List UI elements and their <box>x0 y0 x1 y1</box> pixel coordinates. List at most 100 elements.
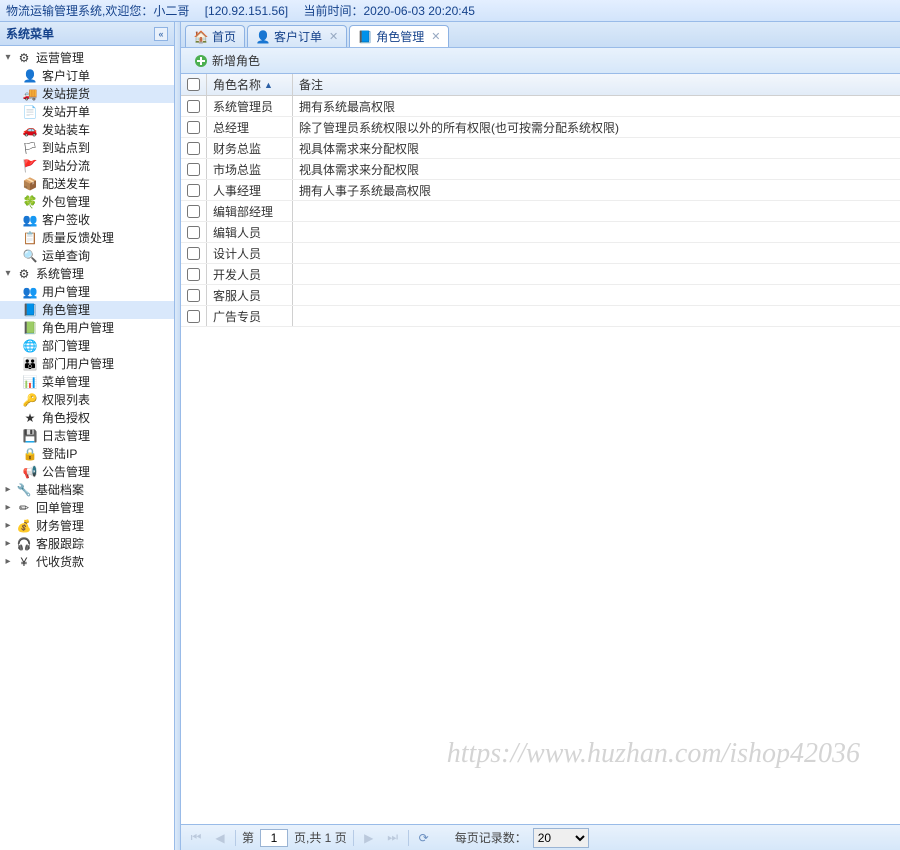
role-grid: 角色名称 ▲ 备注 系统管理员拥有系统最高权限总经理除了管理员系统权限以外的所有… <box>181 74 900 824</box>
tree-section[interactable]: ▸¥代收货款 <box>0 553 174 571</box>
row-checkbox[interactable] <box>187 247 200 260</box>
page-number-input[interactable] <box>260 829 288 847</box>
tree-item[interactable]: 👪部门用户管理 <box>0 355 174 373</box>
tree-item-label: 角色管理 <box>42 301 90 319</box>
page-refresh-button[interactable]: ⟳ <box>415 829 433 847</box>
expand-icon[interactable]: ▸ <box>2 556 14 568</box>
page-prev-button[interactable]: ◀ <box>211 829 229 847</box>
expand-icon[interactable]: ▸ <box>2 538 14 550</box>
tree-section[interactable]: ▾⚙运营管理 <box>0 49 174 67</box>
tree-item[interactable]: 📄发站开单 <box>0 103 174 121</box>
tree-item[interactable]: 📊菜单管理 <box>0 373 174 391</box>
doc-icon: 📄 <box>22 104 38 120</box>
tree-item-label: 质量反馈处理 <box>42 229 114 247</box>
tree-item[interactable]: 🔒登陆IP <box>0 445 174 463</box>
tree-item[interactable]: 🌐部门管理 <box>0 337 174 355</box>
add-role-button[interactable]: 新增角色 <box>187 49 267 72</box>
table-row[interactable]: 财务总监视具体需求来分配权限 <box>181 138 900 159</box>
expand-icon[interactable]: ▸ <box>2 484 14 496</box>
tree-item[interactable]: 💾日志管理 <box>0 427 174 445</box>
tree-section[interactable]: ▸🎧客服跟踪 <box>0 535 174 553</box>
page-size-select[interactable]: 20 <box>533 828 589 848</box>
column-remark[interactable]: 备注 <box>293 74 900 95</box>
grid-toolbar: 新增角色 <box>181 48 900 74</box>
sidebar-title: 系统菜单 <box>6 22 54 46</box>
tree-item[interactable]: 📘角色管理 <box>0 301 174 319</box>
row-checkbox[interactable] <box>187 268 200 281</box>
tree-item-label: 菜单管理 <box>42 373 90 391</box>
tree-item[interactable]: 🚚发站提货 <box>0 85 174 103</box>
tree-item[interactable]: 👥用户管理 <box>0 283 174 301</box>
tree-section[interactable]: ▸💰财务管理 <box>0 517 174 535</box>
page-first-button[interactable]: ⏮ <box>187 829 205 847</box>
time-value: 2020-06-03 20:20:45 <box>364 4 475 18</box>
grant-icon: ★ <box>22 410 38 426</box>
cell-role-name: 设计人员 <box>207 243 293 263</box>
table-row[interactable]: 人事经理拥有人事子系统最高权限 <box>181 180 900 201</box>
money-icon: 💰 <box>16 518 32 534</box>
tree-item[interactable]: 📗角色用户管理 <box>0 319 174 337</box>
tree-item[interactable]: 📢公告管理 <box>0 463 174 481</box>
tree-item-label: 配送发车 <box>42 175 90 193</box>
column-role-name[interactable]: 角色名称 ▲ <box>207 74 293 95</box>
expand-icon[interactable]: ▸ <box>2 502 14 514</box>
row-checkbox[interactable] <box>187 226 200 239</box>
row-checkbox[interactable] <box>187 184 200 197</box>
row-checkbox[interactable] <box>187 163 200 176</box>
tree-item[interactable]: ★角色授权 <box>0 409 174 427</box>
sort-asc-icon: ▲ <box>264 80 273 90</box>
page-last-button[interactable]: ⏭ <box>384 829 402 847</box>
tree-item[interactable]: 📋质量反馈处理 <box>0 229 174 247</box>
table-row[interactable]: 市场总监视具体需求来分配权限 <box>181 159 900 180</box>
tree-item-label: 客户订单 <box>42 67 90 85</box>
row-checkbox[interactable] <box>187 142 200 155</box>
cell-role-name: 总经理 <box>207 117 293 137</box>
cell-remark <box>293 264 900 284</box>
tree-item[interactable]: 🚩到站分流 <box>0 157 174 175</box>
tab-close-icon[interactable]: ✕ <box>431 27 440 47</box>
cell-remark <box>293 201 900 221</box>
table-row[interactable]: 广告专员 <box>181 306 900 327</box>
column-checkbox-header[interactable] <box>181 74 207 95</box>
table-row[interactable]: 客服人员 <box>181 285 900 306</box>
tree-item[interactable]: 📦配送发车 <box>0 175 174 193</box>
select-all-checkbox[interactable] <box>187 78 200 91</box>
sidebar: 系统菜单 « ▾⚙运营管理👤客户订单🚚发站提货📄发站开单🚗发站装车🏳到站点到🚩到… <box>0 22 175 850</box>
tree-section[interactable]: ▾⚙系统管理 <box>0 265 174 283</box>
table-row[interactable]: 编辑部经理 <box>181 201 900 222</box>
row-checkbox[interactable] <box>187 205 200 218</box>
table-row[interactable]: 编辑人员 <box>181 222 900 243</box>
table-row[interactable]: 设计人员 <box>181 243 900 264</box>
table-row[interactable]: 总经理除了管理员系统权限以外的所有权限(也可按需分配系统权限) <box>181 117 900 138</box>
tree-item[interactable]: 🏳到站点到 <box>0 139 174 157</box>
page-next-button[interactable]: ▶ <box>360 829 378 847</box>
tab-close-icon[interactable]: ✕ <box>329 27 338 47</box>
main-area: 🏠首页👤客户订单✕📘角色管理✕ 新增角色 角色名称 ▲ 备注 系统管理员拥有系统… <box>181 22 900 850</box>
tab[interactable]: 🏠首页 <box>185 25 245 47</box>
tree-item[interactable]: 🔑权限列表 <box>0 391 174 409</box>
row-checkbox[interactable] <box>187 100 200 113</box>
tree-section[interactable]: ▸✏回单管理 <box>0 499 174 517</box>
tree-item-label: 部门用户管理 <box>42 355 114 373</box>
row-checkbox[interactable] <box>187 289 200 302</box>
tree-item[interactable]: 🔍运单查询 <box>0 247 174 265</box>
expand-icon[interactable]: ▸ <box>2 520 14 532</box>
row-checkbox[interactable] <box>187 121 200 134</box>
tree-item[interactable]: 🍀外包管理 <box>0 193 174 211</box>
tab[interactable]: 📘角色管理✕ <box>349 25 449 47</box>
tree-item[interactable]: 👤客户订单 <box>0 67 174 85</box>
table-row[interactable]: 系统管理员拥有系统最高权限 <box>181 96 900 117</box>
table-row[interactable]: 开发人员 <box>181 264 900 285</box>
sidebar-collapse-button[interactable]: « <box>154 27 168 41</box>
tree-item[interactable]: 🚗发站装车 <box>0 121 174 139</box>
tree-section[interactable]: ▸🔧基础档案 <box>0 481 174 499</box>
nav-tree: ▾⚙运营管理👤客户订单🚚发站提货📄发站开单🚗发站装车🏳到站点到🚩到站分流📦配送发… <box>0 46 174 850</box>
row-checkbox[interactable] <box>187 310 200 323</box>
collapse-icon[interactable]: ▾ <box>2 52 14 64</box>
user-icon: 👤 <box>256 30 270 44</box>
lock-icon: 🔒 <box>22 446 38 462</box>
tab[interactable]: 👤客户订单✕ <box>247 25 347 47</box>
tree-item[interactable]: 👥客户签收 <box>0 211 174 229</box>
collapse-icon[interactable]: ▾ <box>2 268 14 280</box>
wrench-icon: 🔧 <box>16 482 32 498</box>
